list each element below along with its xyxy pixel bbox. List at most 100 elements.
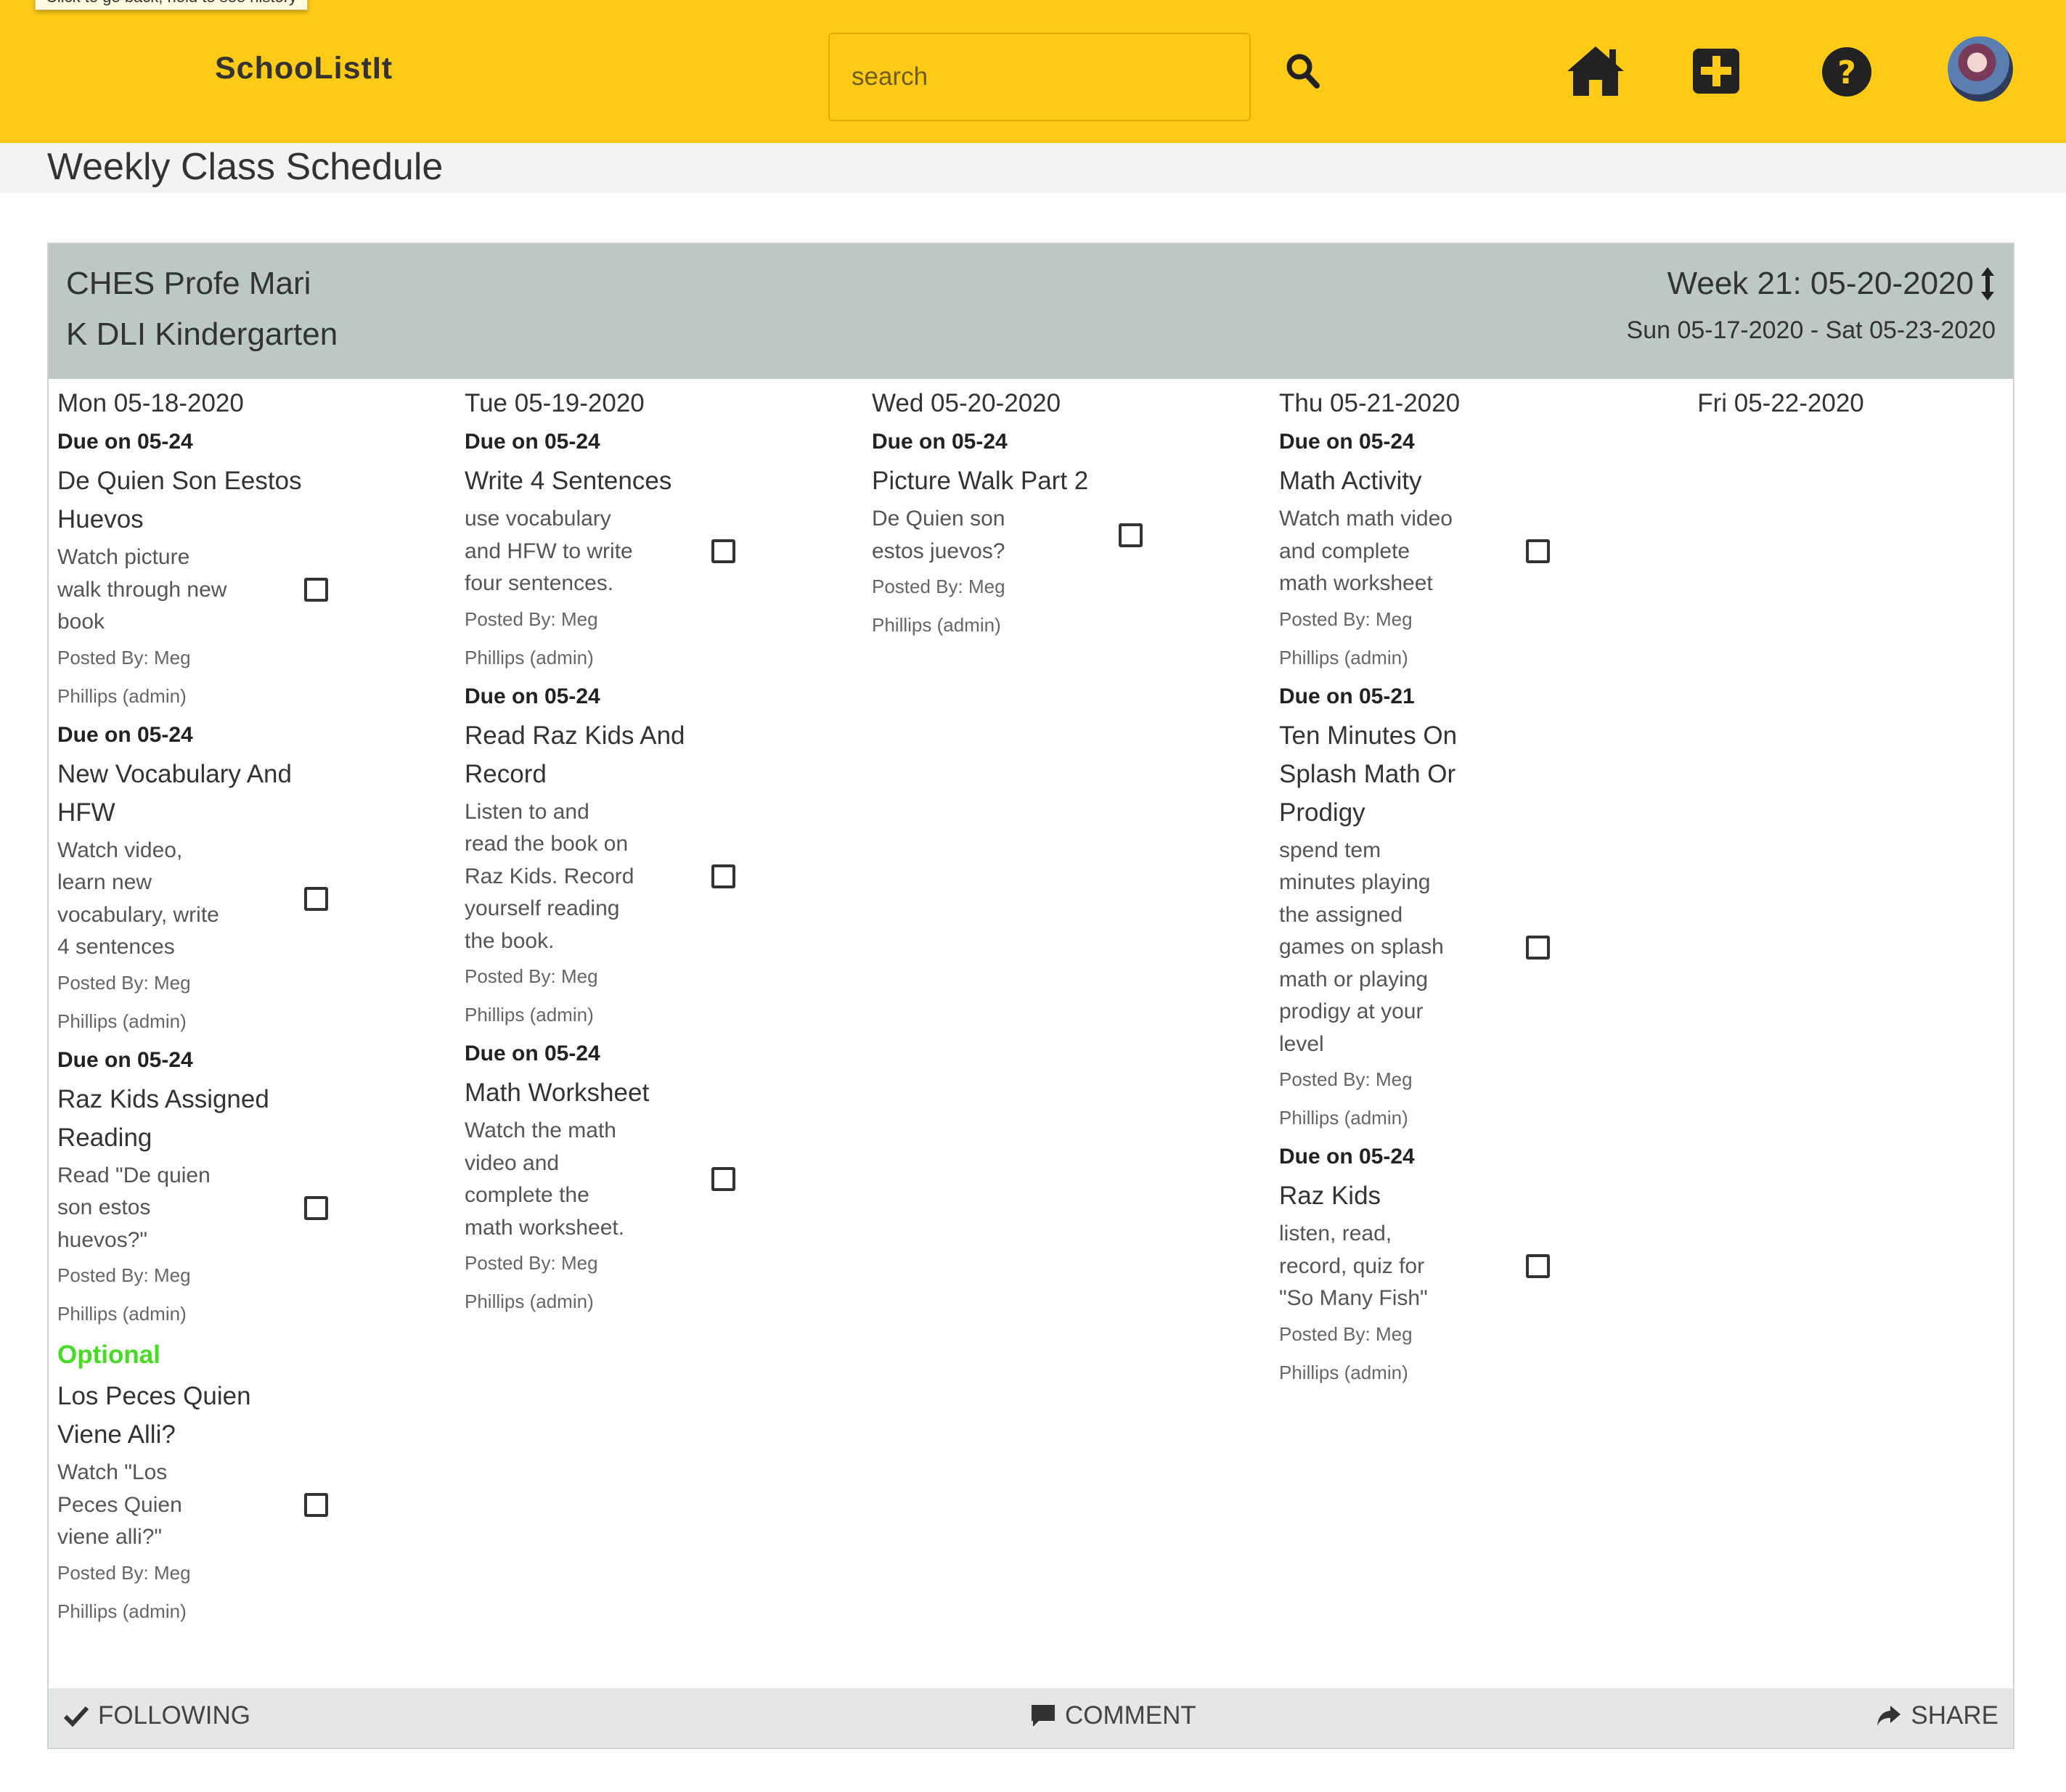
task-description: Watch "Los Peces Quien viene alli?" (57, 1460, 182, 1549)
svg-text:?: ? (1837, 54, 1856, 91)
task-title[interactable]: De Quien Son Eestos Huevos (57, 462, 319, 539)
following-label: FOLLOWING (98, 1701, 251, 1730)
card-header: CHES Profe Mari K DLI Kindergarten Week … (49, 244, 2013, 379)
card-footer: FOLLOWING COMMENT SHARE (49, 1688, 2013, 1748)
task-complete-checkbox[interactable] (1526, 935, 1550, 960)
task-posted-by: Posted By: Meg Phillips (admin) (465, 965, 598, 1026)
task-complete-checkbox[interactable] (711, 1167, 735, 1191)
task-due-label: Due on 05-21 (1279, 684, 1415, 708)
task-title[interactable]: Write 4 Sentences (465, 462, 726, 500)
task-complete-checkbox[interactable] (1526, 1254, 1550, 1278)
week-selector[interactable]: Week 21: 05-20-2020 (1667, 266, 1996, 302)
day-column: Wed 05-20-2020 Due on 05-24 Picture Walk P… (872, 385, 1264, 645)
task-due-label: Due on 05-24 (57, 1047, 193, 1072)
task-posted-by: Posted By: Meg Phillips (admin) (872, 576, 1005, 636)
sort-arrows-icon[interactable] (1980, 266, 1996, 302)
task-description: Watch math video and complete math works… (1279, 507, 1453, 595)
week-date-range: Sun 05-17-2020 - Sat 05-23-2020 (1626, 316, 1996, 344)
task-title[interactable]: Math Worksheet (465, 1073, 726, 1112)
task-due-label: Due on 05-24 (1279, 430, 1415, 454)
share-button[interactable]: SHARE (1876, 1701, 1998, 1730)
share-label: SHARE (1911, 1701, 1998, 1730)
task-title[interactable]: Raz Kids Assigned Reading (57, 1080, 319, 1157)
following-button[interactable]: FOLLOWING (63, 1701, 250, 1730)
task-title[interactable]: Picture Walk Part 2 (872, 462, 1133, 500)
task-due-label: Due on 05-24 (57, 722, 193, 747)
task-due-label: Due on 05-24 (465, 1042, 600, 1065)
check-icon (63, 1706, 89, 1727)
task-posted-by: Posted By: Meg Phillips (admin) (1279, 1322, 1413, 1383)
task-item: Due on 05-24 Read Raz Kids And Record List… (465, 677, 857, 1035)
day-column: Mon 05-18-2020 Due on 05-24 De Quien Son E… (57, 385, 449, 1631)
task-due-label: Due on 05-24 (465, 684, 600, 708)
task-due-label: Optional (57, 1341, 160, 1369)
task-due-label: Due on 05-24 (1279, 1145, 1415, 1169)
day-column: Tue 05-19-2020 Due on 05-24 Write 4 Senten… (465, 385, 857, 1321)
task-title[interactable]: Raz Kids (1279, 1177, 1540, 1215)
brand-logo[interactable]: SchooListIt (215, 51, 393, 86)
task-item: Due on 05-24 De Quien Son Eestos Huevos Wa… (57, 422, 449, 716)
task-title[interactable]: Math Activity (1279, 462, 1540, 500)
search-icon[interactable] (1285, 51, 1321, 91)
add-icon[interactable] (1691, 47, 1741, 95)
school-name: CHES Profe Mari (66, 266, 311, 301)
day-date: Tue 05-19-2020 (465, 389, 645, 417)
task-posted-by: Posted By: Meg Phillips (admin) (57, 1561, 191, 1622)
day-date: Thu 05-21-2020 (1279, 389, 1461, 417)
task-title[interactable]: New Vocabulary And HFW (57, 755, 319, 832)
day-date: Fri 05-22-2020 (1697, 389, 1864, 417)
task-posted-by: Posted By: Meg Phillips (admin) (57, 1264, 191, 1325)
page-title: Weekly Class Schedule (47, 146, 444, 188)
task-title[interactable]: Ten Minutes On Splash Math Or Prodigy (1279, 716, 1540, 832)
task-posted-by: Posted By: Meg Phillips (admin) (1279, 1068, 1413, 1129)
task-description: Watch the math video and complete the ma… (465, 1118, 625, 1240)
day-column: Thu 05-21-2020 Due on 05-24 Math Activity W… (1279, 385, 1671, 1392)
help-icon[interactable]: ? (1821, 46, 1873, 98)
task-description: listen, read, record, quiz for "So Many … (1279, 1222, 1428, 1310)
day-date: Wed 05-20-2020 (872, 389, 1061, 417)
day-date: Mon 05-18-2020 (57, 389, 244, 417)
comment-icon (1032, 1705, 1055, 1727)
search-input[interactable] (828, 33, 1251, 121)
top-navbar: SchooListIt ? (0, 0, 2066, 143)
task-due-label: Due on 05-24 (872, 430, 1008, 454)
task-title[interactable]: Los Peces Quien Viene Alli? (57, 1377, 319, 1454)
week-label: Week 21: 05-20-2020 (1667, 266, 1974, 301)
task-item: Due on 05-24 Math Activity Watch math vide… (1279, 422, 1671, 677)
task-complete-checkbox[interactable] (304, 578, 328, 602)
comment-label: COMMENT (1065, 1701, 1196, 1730)
share-icon (1877, 1706, 1901, 1726)
task-title[interactable]: Read Raz Kids And Record (465, 716, 726, 793)
task-item: Due on 05-24 Picture Walk Part 2 De Quien … (872, 422, 1264, 645)
task-item: Due on 05-24 Raz Kids Assigned Reading Rea… (57, 1041, 449, 1334)
task-due-label: Due on 05-24 (57, 430, 193, 454)
task-posted-by: Posted By: Meg Phillips (admin) (57, 646, 191, 707)
task-item: Due on 05-24 Write 4 Sentences use vocabul… (465, 422, 857, 677)
task-complete-checkbox[interactable] (304, 1195, 328, 1220)
task-item: Due on 05-24 New Vocabulary And HFW Watch … (57, 716, 449, 1041)
task-description: Read "De quien son estos huevos?" (57, 1163, 211, 1252)
class-name: K DLI Kindergarten (66, 316, 338, 352)
task-description: Watch picture walk through new book (57, 545, 227, 634)
task-description: Listen to and read the book on Raz Kids.… (465, 799, 634, 953)
task-description: Watch video, learn new vocabulary, write… (57, 838, 219, 960)
task-complete-checkbox[interactable] (711, 539, 735, 563)
task-complete-checkbox[interactable] (711, 864, 735, 888)
task-complete-checkbox[interactable] (304, 886, 328, 911)
comment-button[interactable]: COMMENT (1030, 1701, 1196, 1730)
task-item: Optional Los Peces Quien Viene Alli? Watch… (57, 1333, 449, 1631)
task-complete-checkbox[interactable] (1526, 539, 1550, 563)
back-history-tooltip: Click to go back, hold to see history (35, 0, 309, 10)
task-posted-by: Posted By: Meg Phillips (admin) (465, 1252, 598, 1312)
user-avatar[interactable] (1948, 36, 2013, 102)
task-complete-checkbox[interactable] (304, 1493, 328, 1517)
task-description: De Quien son estos juevos? (872, 507, 1005, 563)
home-icon[interactable] (1564, 44, 1627, 97)
task-complete-checkbox[interactable] (1119, 523, 1143, 547)
task-item: Due on 05-24 Math Worksheet Watch the math… (465, 1034, 857, 1321)
task-item: Due on 05-24 Raz Kids listen, read, record… (1279, 1137, 1671, 1392)
task-posted-by: Posted By: Meg Phillips (admin) (1279, 607, 1413, 668)
task-description: spend tem minutes playing the assigned g… (1279, 838, 1444, 1056)
task-due-label: Due on 05-24 (465, 430, 600, 454)
schedule-card: CHES Profe Mari K DLI Kindergarten Week … (47, 242, 2014, 1749)
